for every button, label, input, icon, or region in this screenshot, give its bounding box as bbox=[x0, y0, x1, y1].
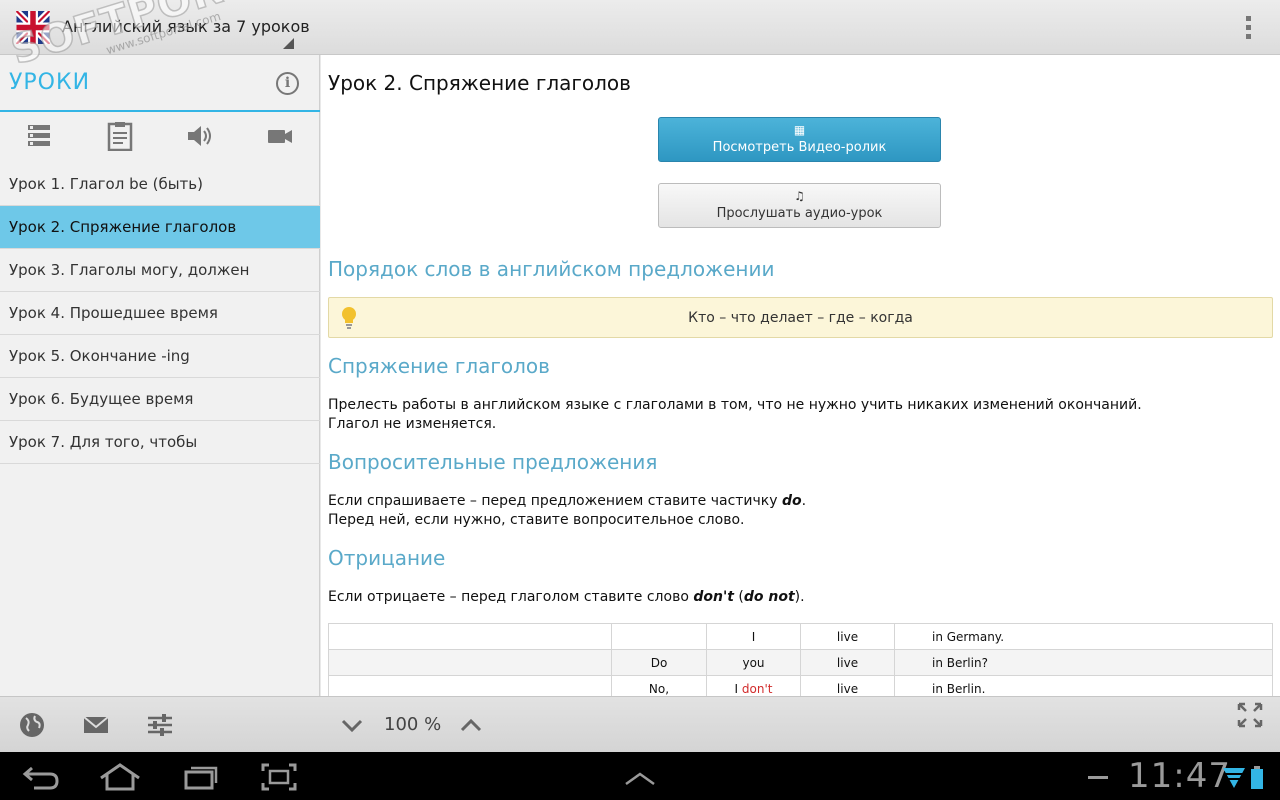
table-cell: in Germany. bbox=[894, 623, 1273, 650]
home-icon[interactable] bbox=[98, 762, 142, 792]
mail-icon[interactable] bbox=[82, 711, 110, 739]
recent-apps-icon[interactable] bbox=[182, 762, 220, 792]
speaker-icon[interactable] bbox=[185, 121, 215, 151]
action-bar: Английский язык за 7 уроков bbox=[0, 0, 1280, 55]
questions-paragraph: Если спрашиваете – перед предложением ст… bbox=[328, 492, 806, 530]
screenshot-icon[interactable] bbox=[260, 762, 298, 792]
example-table: I live in Germany. Do you live in Berlin… bbox=[328, 623, 1273, 696]
lesson-item-4[interactable]: Урок 4. Прошедшее время bbox=[0, 292, 320, 335]
watch-video-label: Посмотреть Видео-ролик bbox=[712, 140, 887, 155]
video-camera-icon[interactable] bbox=[265, 121, 295, 151]
watch-video-button[interactable]: ▦ Посмотреть Видео-ролик bbox=[658, 117, 941, 162]
lesson-item-5[interactable]: Урок 5. Окончание -ing bbox=[0, 335, 320, 378]
table-row: Do you live in Berlin? bbox=[328, 649, 1273, 676]
table-cell bbox=[611, 623, 707, 650]
chevron-up-icon[interactable] bbox=[622, 762, 658, 792]
section-questions-title: Вопросительные предложения bbox=[328, 450, 658, 474]
negation-paragraph: Если отрицаете – перед глаголом ставите … bbox=[328, 588, 805, 607]
notes-icon[interactable] bbox=[105, 121, 135, 151]
list-icon[interactable] bbox=[25, 121, 55, 151]
section-negation-title: Отрицание bbox=[328, 546, 446, 570]
music-note-icon: ♫ bbox=[794, 189, 805, 203]
settings-sliders-icon[interactable] bbox=[146, 711, 174, 739]
table-cell: No, bbox=[611, 675, 707, 696]
lesson-item-1[interactable]: Урок 1. Глагол be (быть) bbox=[0, 163, 320, 206]
lesson-item-7[interactable]: Урок 7. Для того, чтобы bbox=[0, 421, 320, 464]
tip-box: Кто – что делает – где – когда bbox=[328, 297, 1273, 338]
uk-flag-icon[interactable] bbox=[16, 11, 50, 44]
listen-audio-label: Прослушать аудио-урок bbox=[716, 206, 883, 221]
lesson-content[interactable]: Урок 2. Спряжение глаголов ▦ Посмотреть … bbox=[321, 55, 1280, 696]
back-icon[interactable] bbox=[22, 762, 60, 792]
negation-emphasis-do-not: do not bbox=[743, 589, 795, 605]
zoom-level: 100 % bbox=[384, 714, 442, 735]
bottom-toolbar: 100 % bbox=[0, 696, 1280, 752]
zoom-in-chevron-up-icon[interactable] bbox=[457, 711, 485, 739]
lesson-item-2[interactable]: Урок 2. Спряжение глаголов bbox=[0, 206, 320, 249]
conjugation-line-2: Глагол не изменяется. bbox=[328, 416, 497, 432]
table-row: No, I don't live in Berlin. bbox=[328, 675, 1273, 696]
info-icon[interactable]: i bbox=[276, 72, 299, 95]
table-cell: in Berlin? bbox=[894, 649, 1273, 676]
wifi-signal-icon bbox=[1223, 768, 1245, 788]
film-icon: ▦ bbox=[793, 123, 806, 137]
app-title[interactable]: Английский язык за 7 уроков bbox=[62, 17, 310, 36]
battery-icon bbox=[1251, 766, 1263, 789]
table-cell bbox=[328, 649, 612, 676]
negation-paren-close: ). bbox=[794, 589, 805, 605]
table-cell: Do bbox=[611, 649, 707, 676]
conjugation-line-1: Прелесть работы в английском языке с гла… bbox=[328, 397, 1142, 413]
table-cell: live bbox=[800, 649, 895, 676]
notification-dash-icon[interactable] bbox=[1086, 762, 1110, 792]
questions-line-2: Перед ней, если нужно, ставите вопросите… bbox=[328, 512, 745, 528]
questions-line-1-end: . bbox=[801, 493, 807, 509]
sidebar-title: УРОКИ bbox=[9, 70, 91, 95]
sidebar-header: УРОКИ i bbox=[0, 55, 320, 113]
table-cell: I bbox=[706, 623, 801, 650]
table-cell: live bbox=[800, 623, 895, 650]
lessons-sidebar: УРОКИ i Урок 1. Глагол be (быть) Урок 2.… bbox=[0, 55, 320, 696]
table-pronoun: I bbox=[734, 681, 739, 696]
table-cell bbox=[328, 675, 612, 696]
table-cell: live bbox=[800, 675, 895, 696]
lesson-item-6[interactable]: Урок 6. Будущее время bbox=[0, 378, 320, 421]
zoom-out-chevron-down-icon[interactable] bbox=[338, 711, 366, 739]
fullscreen-icon[interactable] bbox=[1236, 701, 1264, 729]
lesson-item-3[interactable]: Урок 3. Глаголы могу, должен bbox=[0, 249, 320, 292]
listen-audio-button[interactable]: ♫ Прослушать аудио-урок bbox=[658, 183, 941, 228]
globe-icon[interactable] bbox=[18, 711, 46, 739]
sidebar-tabs bbox=[0, 115, 320, 165]
tip-text: Кто – что делает – где – когда bbox=[688, 310, 913, 326]
negation-text: Если отрицаете – перед глаголом ставите … bbox=[328, 589, 694, 605]
overflow-menu-icon[interactable] bbox=[1240, 14, 1256, 42]
negation-paren-open: ( bbox=[733, 589, 744, 605]
table-row: I live in Germany. bbox=[328, 623, 1273, 650]
table-cell bbox=[328, 623, 612, 650]
title-dropdown-indicator bbox=[283, 38, 294, 49]
system-bar: 11:47 bbox=[0, 752, 1280, 800]
table-negation-word: don't bbox=[741, 681, 773, 696]
questions-emphasis-do: do bbox=[782, 493, 802, 509]
table-cell: in Berlin. bbox=[894, 675, 1273, 696]
questions-line-1-text: Если спрашиваете – перед предложением ст… bbox=[328, 493, 782, 509]
table-cell: you bbox=[706, 649, 801, 676]
table-cell: I don't bbox=[706, 675, 801, 696]
section-word-order-title: Порядок слов в английском предложении bbox=[328, 257, 775, 281]
questions-line-1: Если спрашиваете – перед предложением ст… bbox=[328, 492, 806, 511]
clock[interactable]: 11:47 bbox=[1128, 756, 1231, 796]
sidebar-title-underline bbox=[0, 110, 320, 112]
lesson-list: Урок 1. Глагол be (быть) Урок 2. Спряжен… bbox=[0, 163, 320, 464]
negation-emphasis-dont: don't bbox=[693, 589, 734, 605]
section-conjugation-title: Спряжение глаголов bbox=[328, 354, 550, 378]
lesson-title: Урок 2. Спряжение глаголов bbox=[328, 71, 631, 95]
conjugation-paragraph: Прелесть работы в английском языке с гла… bbox=[328, 396, 1142, 434]
